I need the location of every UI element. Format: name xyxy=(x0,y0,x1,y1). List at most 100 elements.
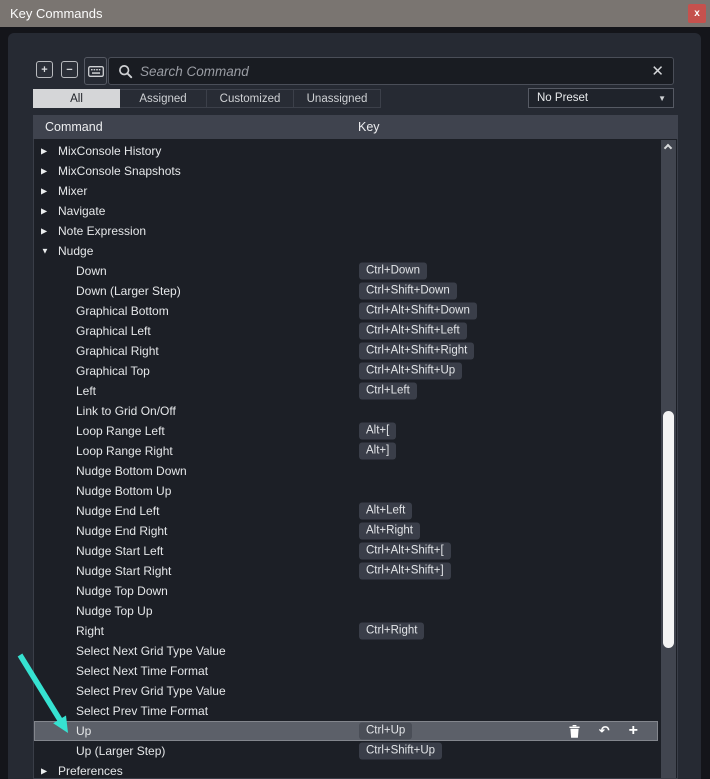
scrollbar-thumb[interactable] xyxy=(663,411,674,648)
table-row[interactable]: Up (Larger Step) Ctrl+Shift+Up xyxy=(34,741,658,761)
key-commands-dialog: + − Search Command ✕ All Assigned Customiz… xyxy=(8,33,701,779)
table-row[interactable]: Nudge End Right Alt+Right xyxy=(34,521,658,541)
table-row[interactable]: Loop Range Left Alt+[ xyxy=(34,421,658,441)
command-label: Nudge Start Right xyxy=(76,564,172,578)
command-label: Select Prev Time Format xyxy=(76,704,209,718)
command-label: MixConsole History xyxy=(58,144,162,158)
table-row[interactable]: Nudge Bottom Up xyxy=(34,481,658,501)
table-row[interactable]: Loop Range Right Alt+] xyxy=(34,441,658,461)
table-row[interactable]: ▶ MixConsole Snapshots xyxy=(34,161,658,181)
command-label: MixConsole Snapshots xyxy=(58,164,181,178)
undo-icon[interactable]: ↶ xyxy=(599,724,610,739)
table-row[interactable]: Nudge Start Right Ctrl+Alt+Shift+] xyxy=(34,561,658,581)
triangle-collapsed-icon[interactable]: ▶ xyxy=(41,207,55,216)
tab-customized[interactable]: Customized xyxy=(207,89,294,108)
collapse-all-icon: − xyxy=(66,63,73,76)
command-label: Mixer xyxy=(58,184,88,198)
key-binding-badge: Ctrl+Alt+Shift+Right xyxy=(359,342,475,360)
table-row[interactable]: Select Next Grid Type Value xyxy=(34,641,658,661)
key-binding-badge: Alt+Left xyxy=(359,502,413,520)
delete-icon[interactable] xyxy=(569,724,580,738)
table-row[interactable]: ▶ Mixer xyxy=(34,181,658,201)
table-row[interactable]: ▼ Nudge xyxy=(34,241,658,261)
table-row[interactable]: Down (Larger Step) Ctrl+Shift+Down xyxy=(34,281,658,301)
table-row[interactable]: Right Ctrl+Right xyxy=(34,621,658,641)
command-label: Up xyxy=(76,724,92,738)
table-row[interactable]: Select Next Time Format xyxy=(34,661,658,681)
command-label: Up (Larger Step) xyxy=(76,744,166,758)
command-label: Loop Range Right xyxy=(76,444,173,458)
triangle-collapsed-icon[interactable]: ▶ xyxy=(41,767,55,776)
search-placeholder: Search Command xyxy=(140,63,249,79)
command-label: Graphical Bottom xyxy=(76,304,169,318)
table-row[interactable]: Nudge Bottom Down xyxy=(34,461,658,481)
tab-assigned[interactable]: Assigned xyxy=(120,89,207,108)
keyboard-button[interactable] xyxy=(84,57,107,85)
expand-all-button[interactable]: + xyxy=(36,61,53,78)
table-row[interactable]: Nudge Top Down xyxy=(34,581,658,601)
add-icon[interactable]: + xyxy=(629,723,638,739)
table-row[interactable]: Nudge End Left Alt+Left xyxy=(34,501,658,521)
triangle-collapsed-icon[interactable]: ▶ xyxy=(41,187,55,196)
table-row[interactable]: Down Ctrl+Down xyxy=(34,261,658,281)
table-row[interactable]: Link to Grid On/Off xyxy=(34,401,658,421)
window-title: Key Commands xyxy=(10,6,103,21)
table-row[interactable]: Select Prev Time Format xyxy=(34,701,658,721)
search-input[interactable]: Search Command ✕ xyxy=(108,57,674,85)
key-binding-badge: Ctrl+Right xyxy=(359,622,425,640)
triangle-collapsed-icon[interactable]: ▶ xyxy=(41,227,55,236)
key-binding-badge: Ctrl+Alt+Shift+[ xyxy=(359,542,451,560)
triangle-collapsed-icon[interactable]: ▶ xyxy=(41,167,55,176)
preset-value: No Preset xyxy=(537,92,589,104)
command-label: Link to Grid On/Off xyxy=(76,404,176,418)
table-row[interactable]: Up Ctrl+Up ↶ + xyxy=(34,721,658,741)
tab-unassigned[interactable]: Unassigned xyxy=(294,89,381,108)
tab-all[interactable]: All xyxy=(33,89,120,108)
scroll-up-arrow-icon[interactable] xyxy=(663,143,673,153)
command-label: Left xyxy=(76,384,97,398)
chevron-down-icon: ▼ xyxy=(658,93,666,103)
preset-dropdown[interactable]: No Preset ▼ xyxy=(528,88,674,108)
key-binding-badge: Ctrl+Up xyxy=(359,722,413,740)
scrollbar[interactable] xyxy=(661,140,676,778)
table-header: Command Key xyxy=(33,115,678,139)
triangle-collapsed-icon[interactable]: ▶ xyxy=(41,147,55,156)
command-label: Select Next Grid Type Value xyxy=(76,644,226,658)
command-list[interactable]: ▶ MixConsole History ▶ MixConsole Snapshots… xyxy=(33,139,678,779)
table-row[interactable]: Nudge Top Up xyxy=(34,601,658,621)
command-label: Navigate xyxy=(58,204,106,218)
command-label: Down xyxy=(76,264,107,278)
table-row[interactable]: ▶ Preferences xyxy=(34,761,658,778)
table-row[interactable]: Select Prev Grid Type Value xyxy=(34,681,658,701)
table-row[interactable]: Graphical Left Ctrl+Alt+Shift+Left xyxy=(34,321,658,341)
key-binding-badge: Ctrl+Shift+Up xyxy=(359,742,443,760)
table-row[interactable]: Left Ctrl+Left xyxy=(34,381,658,401)
key-binding-badge: Ctrl+Alt+Shift+Left xyxy=(359,322,467,340)
command-label: Nudge xyxy=(58,244,94,258)
triangle-expanded-icon[interactable]: ▼ xyxy=(41,247,55,256)
collapse-all-button[interactable]: − xyxy=(61,61,78,78)
dialog-titlebar[interactable]: Key Commands x xyxy=(0,0,710,27)
table-row[interactable]: ▶ MixConsole History xyxy=(34,141,658,161)
key-binding-badge: Ctrl+Alt+Shift+Up xyxy=(359,362,463,380)
table-row[interactable]: Graphical Bottom Ctrl+Alt+Shift+Down xyxy=(34,301,658,321)
command-label: Nudge End Right xyxy=(76,524,168,538)
table-row[interactable]: ▶ Navigate xyxy=(34,201,658,221)
table-row[interactable]: Graphical Right Ctrl+Alt+Shift+Right xyxy=(34,341,658,361)
clear-search-icon[interactable]: ✕ xyxy=(651,64,664,79)
command-label: Nudge Top Up xyxy=(76,604,153,618)
command-label: Graphical Top xyxy=(76,364,150,378)
table-row[interactable]: Nudge Start Left Ctrl+Alt+Shift+[ xyxy=(34,541,658,561)
key-binding-badge: Ctrl+Alt+Shift+] xyxy=(359,562,451,580)
table-row[interactable]: Graphical Top Ctrl+Alt+Shift+Up xyxy=(34,361,658,381)
table-row[interactable]: ▶ Note Expression xyxy=(34,221,658,241)
command-label: Right xyxy=(76,624,105,638)
close-icon: x xyxy=(694,8,700,19)
command-label: Nudge Bottom Up xyxy=(76,484,172,498)
command-label: Graphical Right xyxy=(76,344,159,358)
command-label: Select Next Time Format xyxy=(76,664,209,678)
command-label: Select Prev Grid Type Value xyxy=(76,684,226,698)
keyboard-icon xyxy=(87,65,104,77)
close-button[interactable]: x xyxy=(688,4,706,23)
key-commands-table: Command Key ▶ MixConsole History ▶ MixConso… xyxy=(33,115,678,779)
